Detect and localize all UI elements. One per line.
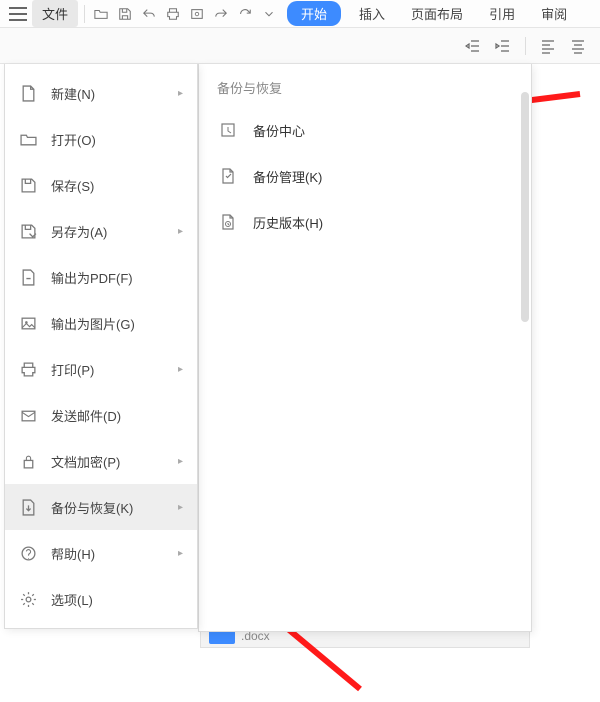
menu-send-mail[interactable]: 发送邮件(D) (5, 392, 197, 438)
menu-label: 新建(N) (51, 84, 164, 103)
tab-insert[interactable]: 插入 (351, 1, 393, 26)
quick-access-toolbar (91, 4, 279, 24)
redo-dropdown-icon[interactable] (211, 4, 231, 24)
chevron-right-icon: ▸ (178, 502, 183, 513)
backup-submenu: 备份与恢复 备份中心 备份管理(K) 历史版本(H) (198, 64, 532, 632)
separator (525, 37, 526, 55)
top-toolbar: 文件 开始 插入 页面布局 引用 审阅 (0, 0, 600, 28)
tab-layout[interactable]: 页面布局 (403, 1, 471, 26)
menu-open[interactable]: 打开(O) (5, 116, 197, 162)
menu-encrypt[interactable]: 文档加密(P) ▸ (5, 438, 197, 484)
indent-increase-icon[interactable] (491, 34, 515, 58)
menu-backup-restore[interactable]: 备份与恢复(K) ▸ (5, 484, 197, 530)
tab-review[interactable]: 审阅 (533, 1, 575, 26)
menu-label: 帮助(H) (51, 544, 164, 563)
chevron-right-icon: ▸ (178, 364, 183, 375)
tab-start[interactable]: 开始 (287, 1, 341, 26)
save-as-icon (19, 222, 37, 240)
submenu-label: 备份中心 (253, 121, 305, 140)
submenu-backup-manage[interactable]: 备份管理(K) (199, 153, 531, 199)
menu-save[interactable]: 保存(S) (5, 162, 197, 208)
chevron-right-icon: ▸ (178, 88, 183, 99)
preview-icon[interactable] (187, 4, 207, 24)
help-icon (19, 544, 37, 562)
submenu-backup-center[interactable]: 备份中心 (199, 107, 531, 153)
indent-decrease-icon[interactable] (461, 34, 485, 58)
work-area: 新建(N) ▸ 打开(O) 保存(S) 另存为(A) ▸ 输出为PDF(F) 输… (0, 64, 600, 654)
chevron-right-icon: ▸ (178, 226, 183, 237)
menu-export-image[interactable]: 输出为图片(G) (5, 300, 197, 346)
print-icon (19, 360, 37, 378)
menu-new[interactable]: 新建(N) ▸ (5, 70, 197, 116)
submenu-label: 备份管理(K) (253, 167, 322, 186)
submenu-title: 备份与恢复 (199, 64, 531, 107)
gear-icon (19, 590, 37, 608)
redo-icon[interactable] (235, 4, 255, 24)
open-icon[interactable] (91, 4, 111, 24)
menu-label: 打印(P) (51, 360, 164, 379)
menu-label: 输出为图片(G) (51, 314, 183, 333)
menu-export-pdf[interactable]: 输出为PDF(F) (5, 254, 197, 300)
dropdown-icon[interactable] (259, 4, 279, 24)
chevron-right-icon: ▸ (178, 548, 183, 559)
menu-file[interactable]: 文件 (32, 0, 78, 27)
submenu-scrollbar[interactable] (521, 92, 529, 625)
menu-options[interactable]: 选项(L) (5, 576, 197, 622)
scrollbar-thumb[interactable] (521, 92, 529, 322)
submenu-label: 历史版本(H) (253, 213, 323, 232)
menu-label: 选项(L) (51, 590, 183, 609)
chevron-right-icon: ▸ (178, 456, 183, 467)
mail-icon (19, 406, 37, 424)
new-file-icon (19, 84, 37, 102)
menu-print[interactable]: 打印(P) ▸ (5, 346, 197, 392)
save-icon[interactable] (115, 4, 135, 24)
backup-icon (19, 498, 37, 516)
backup-manage-icon (219, 167, 237, 185)
align-center-icon[interactable] (566, 34, 590, 58)
ribbon-tabs: 开始 插入 页面布局 引用 审阅 (287, 1, 575, 26)
backup-center-icon (219, 121, 237, 139)
menu-label: 发送邮件(D) (51, 406, 183, 425)
lock-icon (19, 452, 37, 470)
hamburger-icon[interactable] (6, 3, 30, 25)
file-menu: 新建(N) ▸ 打开(O) 保存(S) 另存为(A) ▸ 输出为PDF(F) 输… (4, 64, 198, 629)
submenu-history[interactable]: 历史版本(H) (199, 199, 531, 245)
secondary-toolbar (0, 28, 600, 64)
menu-help[interactable]: 帮助(H) ▸ (5, 530, 197, 576)
menu-label: 输出为PDF(F) (51, 268, 183, 287)
menu-save-as[interactable]: 另存为(A) ▸ (5, 208, 197, 254)
image-icon (19, 314, 37, 332)
pdf-icon (19, 268, 37, 286)
menu-label: 备份与恢复(K) (51, 498, 164, 517)
menu-label: 保存(S) (51, 176, 183, 195)
separator (84, 5, 85, 23)
folder-open-icon (19, 130, 37, 148)
undo-icon[interactable] (139, 4, 159, 24)
menu-label: 打开(O) (51, 130, 183, 149)
align-left-icon[interactable] (536, 34, 560, 58)
history-icon (219, 213, 237, 231)
tab-references[interactable]: 引用 (481, 1, 523, 26)
menu-label: 文档加密(P) (51, 452, 164, 471)
print-icon[interactable] (163, 4, 183, 24)
menu-label: 另存为(A) (51, 222, 164, 241)
save-icon (19, 176, 37, 194)
